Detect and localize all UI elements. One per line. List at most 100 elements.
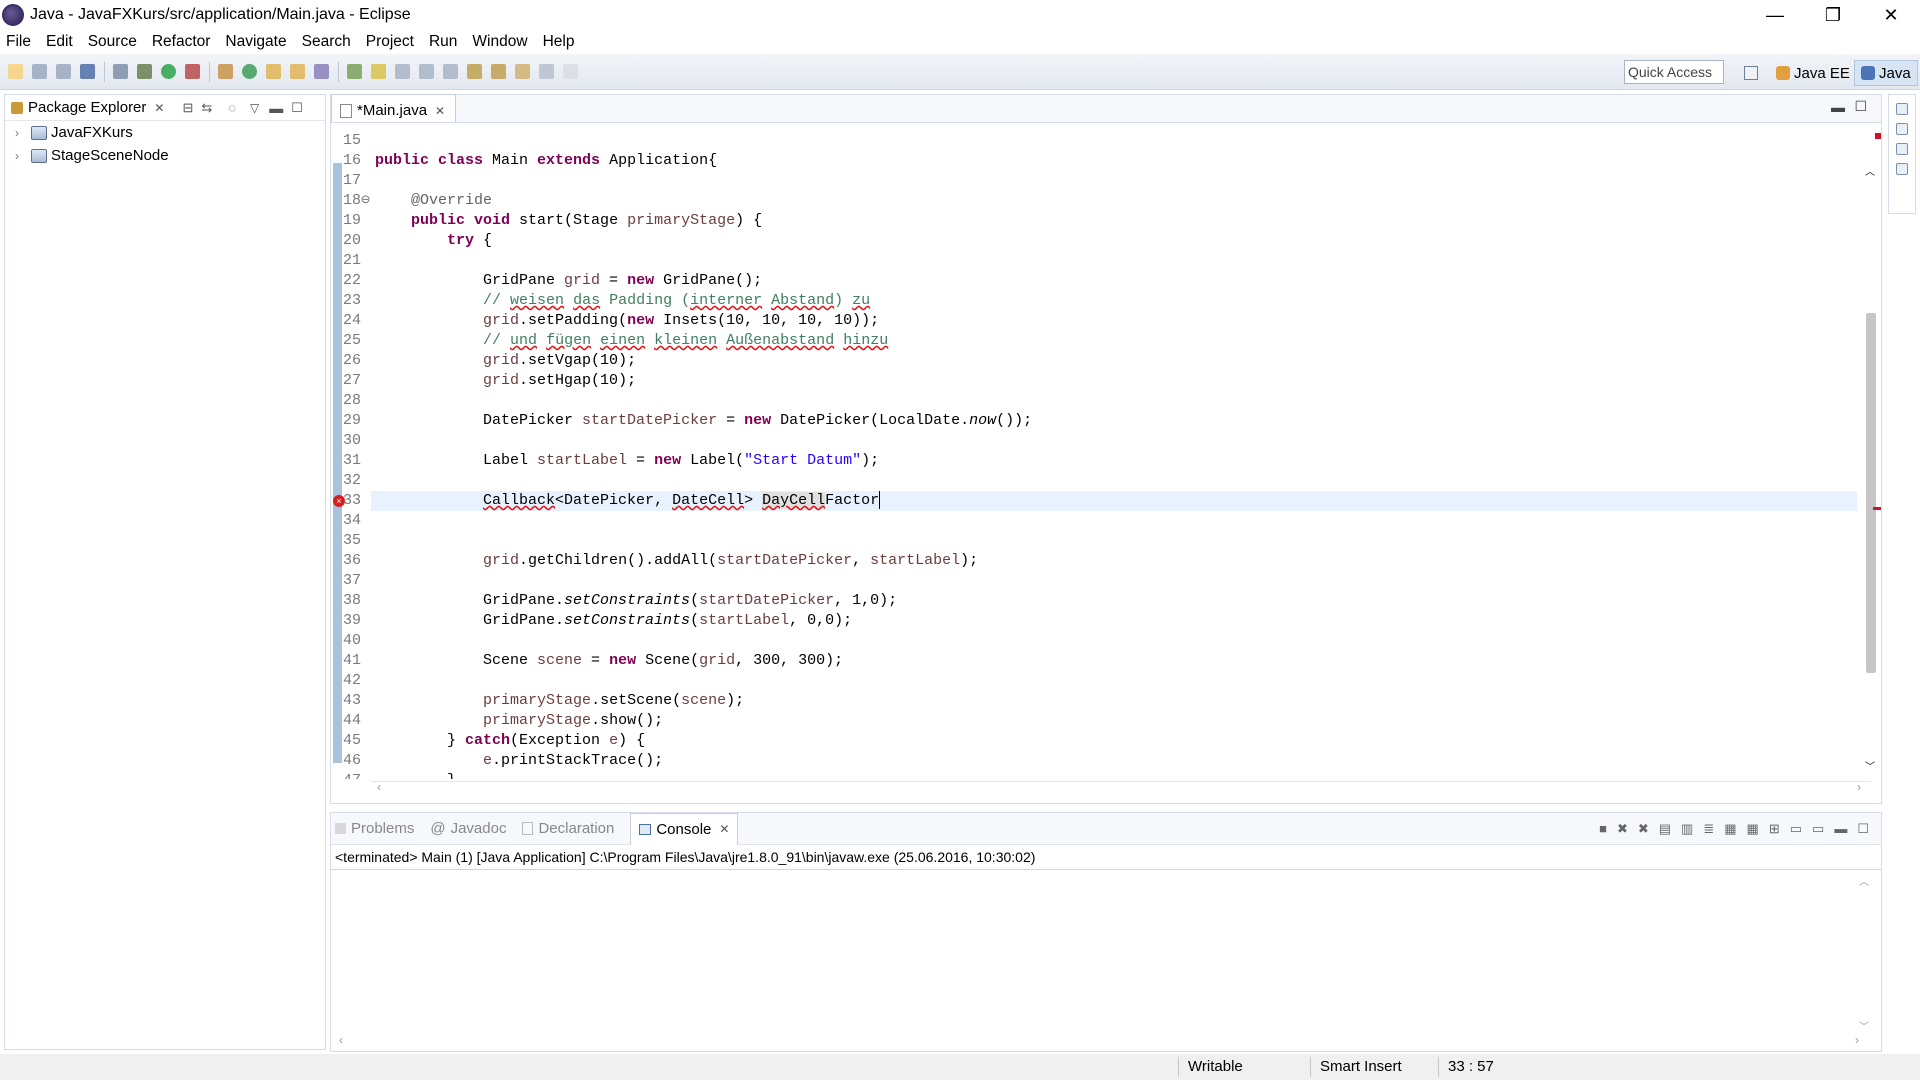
save-all-icon[interactable] — [56, 64, 71, 79]
code-editor[interactable]: 15 16 public class Main extends Applicatio… — [331, 127, 1883, 779]
menu-project[interactable]: Project — [366, 33, 414, 51]
toggle-mark-occurrences-icon[interactable] — [347, 64, 362, 79]
show-on-output-icon[interactable]: ▦ — [1724, 821, 1736, 837]
code-line[interactable]: primaryStage.show(); — [375, 711, 663, 731]
menu-file[interactable]: File — [6, 33, 31, 51]
maximize-view-icon[interactable]: ☐ — [291, 100, 303, 116]
block-selection-icon[interactable] — [419, 64, 434, 79]
code-line[interactable]: GridPane.setConstraints(startDatePicker,… — [375, 591, 897, 611]
search-icon[interactable] — [314, 64, 329, 79]
forward-icon[interactable] — [563, 64, 578, 79]
back-icon[interactable] — [539, 64, 554, 79]
code-line[interactable]: // weisen das Padding (interner Abstand)… — [375, 291, 870, 311]
task-list-icon[interactable] — [1896, 123, 1908, 135]
link-with-editor-icon[interactable]: ⇆ — [201, 100, 212, 116]
new-icon[interactable] — [8, 64, 23, 79]
scroll-left-icon[interactable]: ‹ — [339, 1033, 343, 1047]
external-tools-icon[interactable] — [185, 64, 200, 79]
maximize-view-icon[interactable]: ☐ — [1857, 821, 1869, 837]
tree-item-project[interactable]: › StageSceneNode — [5, 144, 325, 167]
code-line[interactable]: e.printStackTrace(); — [375, 751, 663, 771]
open-task-icon[interactable] — [290, 64, 305, 79]
code-line[interactable]: } catch(Exception e) { — [375, 731, 645, 751]
code-line[interactable]: @Override — [375, 191, 492, 211]
scrollbar-thumb[interactable] — [1866, 313, 1876, 673]
new-java-class-icon[interactable] — [242, 64, 257, 79]
maximize-editor-icon[interactable]: ☐ — [1854, 98, 1867, 115]
quick-access-input[interactable]: Quick Access — [1624, 60, 1724, 84]
minimize-view-icon[interactable]: ▬ — [269, 100, 283, 116]
chevron-right-icon[interactable]: › — [15, 149, 27, 163]
restore-view-icon[interactable] — [1896, 103, 1908, 115]
menu-edit[interactable]: Edit — [46, 33, 73, 51]
show-whitespace-icon[interactable] — [443, 64, 458, 79]
code-line[interactable]: GridPane.setConstraints(startLabel, 0,0)… — [375, 611, 852, 631]
code-line[interactable]: primaryStage.setScene(scene); — [375, 691, 744, 711]
menu-refactor[interactable]: Refactor — [152, 33, 211, 51]
menu-search[interactable]: Search — [302, 33, 351, 51]
open-perspective-button[interactable] — [1744, 60, 1758, 86]
scroll-down-icon[interactable]: ﹀ — [1859, 1018, 1869, 1033]
remove-all-terminated-icon[interactable]: ✖ — [1638, 821, 1649, 837]
menu-run[interactable]: Run — [429, 33, 457, 51]
horizontal-scrollbar[interactable]: ‹ › — [371, 780, 1871, 795]
pin-console-icon[interactable]: ⊞ — [1769, 821, 1780, 837]
tab-console[interactable]: Console ✕ — [630, 812, 739, 845]
word-wrap-icon[interactable]: ≣ — [1703, 821, 1714, 837]
package-explorer-tab[interactable]: Package Explorer ✕ ⊟ ⇆ ◌ ▽ ▬ ☐ — [5, 95, 325, 121]
run-icon[interactable] — [161, 64, 176, 79]
code-line[interactable]: grid.setPadding(new Insets(10, 10, 10, 1… — [375, 311, 879, 331]
code-line[interactable]: } — [375, 771, 456, 779]
new-java-package-icon[interactable] — [218, 64, 233, 79]
outline-icon[interactable] — [1896, 163, 1908, 175]
tab-declaration[interactable]: Declaration — [522, 820, 614, 837]
error-marker-overview[interactable] — [1873, 507, 1881, 510]
menu-window[interactable]: Window — [472, 33, 527, 51]
code-line[interactable]: grid.getChildren().addAll(startDatePicke… — [375, 551, 978, 571]
menu-source[interactable]: Source — [88, 33, 137, 51]
code-line[interactable]: grid.setHgap(10); — [375, 371, 636, 391]
code-line[interactable]: grid.setVgap(10); — [375, 351, 636, 371]
scroll-right-icon[interactable]: › — [1855, 1033, 1859, 1047]
tab-javadoc[interactable]: @ Javadoc — [430, 820, 506, 837]
previous-annotation-icon[interactable] — [491, 64, 506, 79]
clear-console-icon[interactable]: ▤ — [1659, 821, 1671, 837]
code-line[interactable]: // und fügen einen kleinen Außenabstand … — [375, 331, 888, 351]
menu-navigate[interactable]: Navigate — [225, 33, 286, 51]
code-line[interactable]: public void start(Stage primaryStage) { — [375, 211, 762, 231]
terminate-icon[interactable]: ■ — [1599, 821, 1607, 837]
chevron-right-icon[interactable]: › — [15, 126, 27, 140]
minimize-view-icon[interactable]: ▬ — [1834, 821, 1847, 837]
code-line[interactable]: Label startLabel = new Label("Start Datu… — [375, 451, 879, 471]
next-annotation-icon[interactable] — [467, 64, 482, 79]
perspective-java[interactable]: Java — [1854, 60, 1918, 86]
display-console-icon[interactable]: ▭ — [1790, 821, 1802, 837]
print-icon[interactable] — [80, 64, 95, 79]
close-icon[interactable]: ✕ — [719, 822, 729, 836]
open-console-icon[interactable]: ▭ — [1812, 821, 1824, 837]
vertical-scrollbar[interactable]: ︿ ﹀ — [1863, 163, 1877, 773]
skip-breakpoints-icon[interactable] — [113, 64, 128, 79]
save-icon[interactable] — [32, 64, 47, 79]
highlight-icon[interactable] — [371, 64, 386, 79]
close-icon[interactable]: ✕ — [435, 104, 445, 118]
scroll-down-icon[interactable]: ﹀ — [1865, 758, 1875, 773]
perspective-javaee[interactable]: Java EE — [1776, 60, 1850, 86]
last-edit-location-icon[interactable] — [515, 64, 530, 79]
restore-view-icon[interactable] — [1896, 143, 1908, 155]
scroll-left-icon[interactable]: ‹ — [377, 780, 381, 794]
close-icon[interactable]: ✕ — [154, 101, 164, 115]
error-overview-icon[interactable] — [1875, 133, 1881, 139]
minimize-button[interactable]: — — [1746, 0, 1804, 30]
console-horizontal-scrollbar[interactable]: ‹ › — [339, 1033, 1859, 1047]
console-vertical-scrollbar[interactable]: ︿ ﹀ — [1859, 873, 1871, 1033]
scroll-up-icon[interactable]: ︿ — [1865, 163, 1875, 178]
minimize-editor-icon[interactable]: ▬ — [1831, 99, 1845, 115]
view-menu-icon[interactable]: ▽ — [250, 101, 259, 115]
close-window-button[interactable]: ✕ — [1862, 0, 1920, 30]
editor-tab-main-java[interactable]: *Main.java ✕ — [331, 94, 457, 122]
tab-problems[interactable]: Problems — [335, 820, 414, 837]
code-line[interactable]: try { — [375, 231, 492, 251]
open-type-icon[interactable] — [266, 64, 281, 79]
code-line[interactable]: DatePicker startDatePicker = new DatePic… — [375, 411, 1032, 431]
